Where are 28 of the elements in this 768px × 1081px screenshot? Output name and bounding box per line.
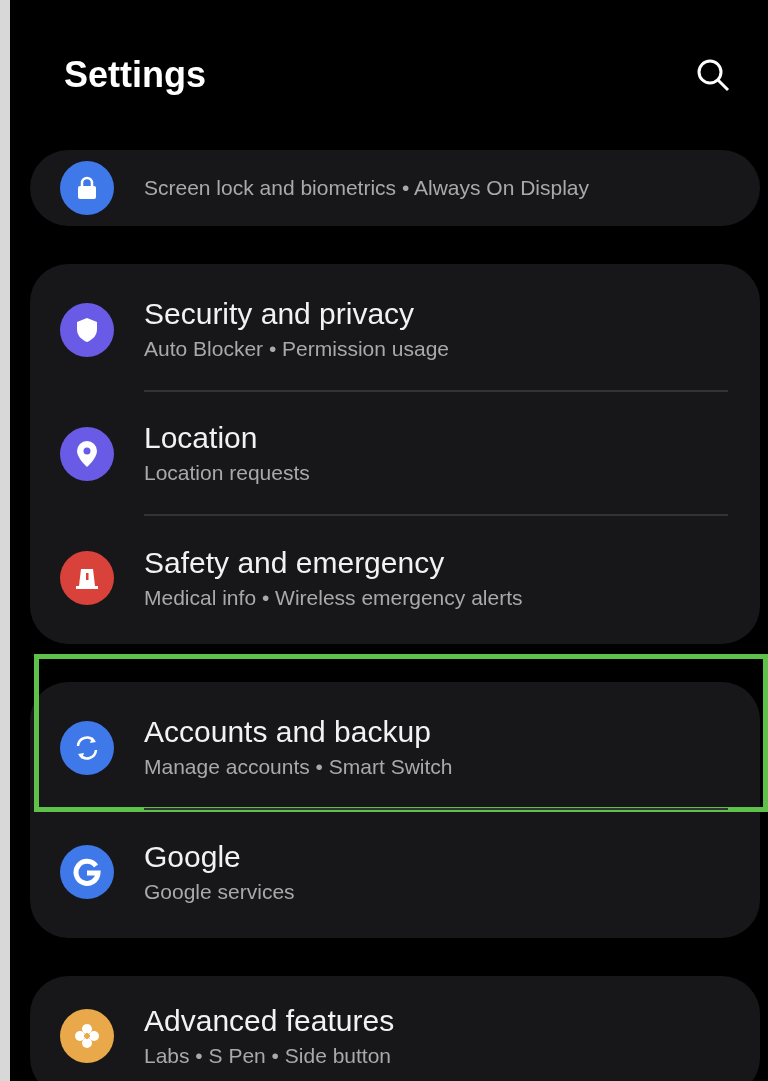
settings-item[interactable]: Location Location requests bbox=[30, 392, 760, 516]
location-pin-icon bbox=[76, 440, 98, 468]
item-title: Google bbox=[144, 840, 242, 874]
item-title: Security and privacy bbox=[144, 297, 416, 331]
settings-item[interactable]: Safety and emergency Medical info • Wireless emergency alerts bbox=[30, 516, 760, 640]
search-icon[interactable] bbox=[696, 58, 730, 92]
item-title: Advanced features bbox=[144, 1004, 396, 1038]
item-title: Safety and emergency bbox=[144, 546, 446, 580]
item-subtitle: Medical info • Wireless emergency alerts bbox=[144, 586, 524, 610]
lock-icon bbox=[76, 176, 98, 200]
settings-item[interactable]: Security and privacy Auto Blocker • Permission usage bbox=[30, 268, 760, 392]
item-subtitle: Auto Blocker • Permission usage bbox=[144, 337, 450, 361]
item-subtitle: Labs • S Pen • Side button bbox=[144, 1044, 393, 1068]
item-subtitle: Screen lock and biometrics • Always On Display bbox=[144, 176, 591, 200]
settings-item[interactable]: Screen lock and biometrics • Always On Display bbox=[30, 150, 760, 226]
item-subtitle: Manage accounts • Smart Switch bbox=[144, 755, 454, 779]
google-g-icon bbox=[73, 858, 101, 886]
flower-icon bbox=[73, 1022, 101, 1050]
siren-icon bbox=[74, 566, 100, 590]
shield-icon bbox=[76, 317, 98, 343]
page-title: Settings bbox=[64, 54, 206, 96]
item-subtitle: Location requests bbox=[144, 461, 311, 485]
item-title: Accounts and backup bbox=[144, 715, 432, 749]
settings-item[interactable]: Google Google services bbox=[30, 810, 760, 934]
item-subtitle: Google services bbox=[144, 880, 296, 904]
settings-item[interactable]: Accounts and backup Manage accounts • Smart Switch bbox=[30, 686, 760, 810]
item-title: Location bbox=[144, 421, 259, 455]
settings-item[interactable]: Advanced features Labs • S Pen • Side button bbox=[30, 980, 760, 1081]
